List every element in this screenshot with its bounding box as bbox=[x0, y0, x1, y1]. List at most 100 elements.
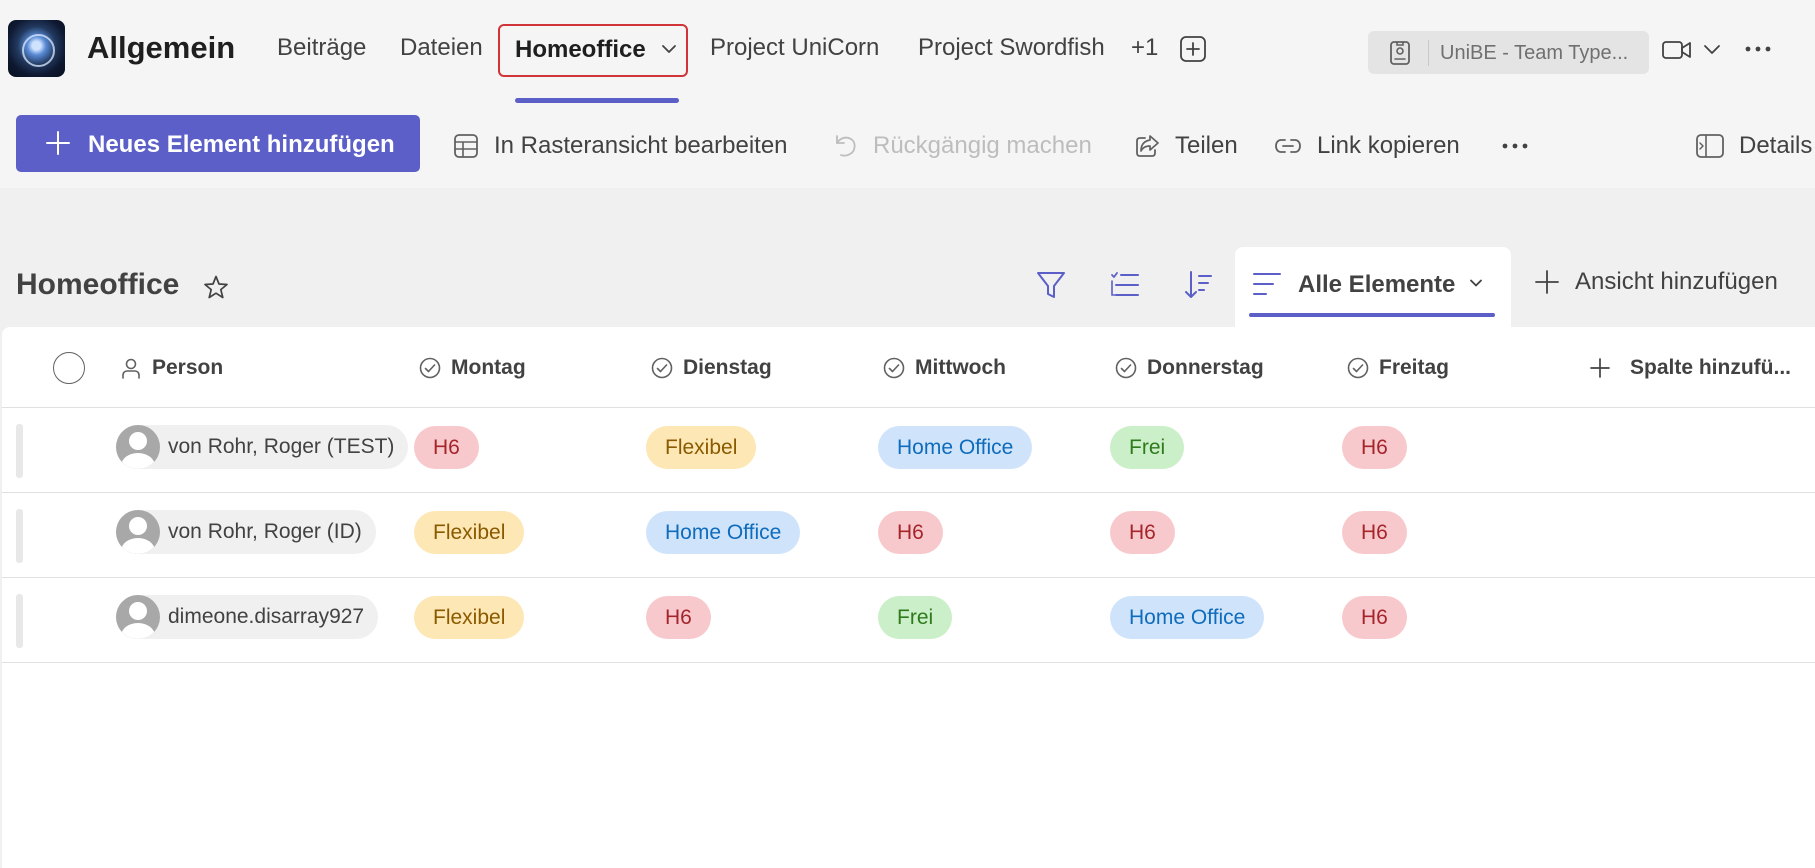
share-button[interactable]: Teilen bbox=[1133, 130, 1238, 162]
share-icon bbox=[1136, 135, 1159, 157]
active-view-indicator bbox=[1249, 313, 1495, 317]
channel-title: Allgemein bbox=[87, 30, 236, 65]
tab-project-swordfish[interactable]: Project Swordfish bbox=[918, 34, 1105, 62]
undo-button[interactable]: Rückgängig machen bbox=[831, 130, 1092, 162]
column-header-mittwoch[interactable]: Mittwoch bbox=[882, 356, 1006, 380]
choice-tag[interactable]: H6 bbox=[1342, 596, 1407, 639]
add-column-label: Spalte hinzufü... bbox=[1630, 356, 1791, 379]
table-row[interactable]: von Rohr, Roger (ID) Flexibel Home Offic… bbox=[2, 493, 1815, 578]
tab-homeoffice[interactable]: Homeoffice bbox=[498, 24, 688, 77]
new-item-label: Neues Element hinzufügen bbox=[88, 131, 395, 158]
choice-tag[interactable]: H6 bbox=[1342, 426, 1407, 469]
person-name: dimeone.disarray927 bbox=[168, 605, 365, 628]
plus-icon bbox=[1535, 270, 1559, 294]
id-badge-icon bbox=[1390, 41, 1410, 65]
channel-header: Allgemein Beiträge Dateien Homeoffice Pr… bbox=[0, 0, 1815, 103]
list-view-icon bbox=[1253, 273, 1281, 295]
column-header-dienstag[interactable]: Dienstag bbox=[650, 356, 772, 380]
choice-tag[interactable]: Frei bbox=[878, 596, 953, 639]
link-icon bbox=[1275, 139, 1301, 153]
call-options-chevron-icon[interactable] bbox=[1701, 38, 1723, 60]
row-handle[interactable] bbox=[16, 594, 23, 648]
grid-icon bbox=[454, 134, 478, 158]
channel-avatar[interactable] bbox=[8, 20, 65, 77]
check-circle-icon bbox=[883, 357, 905, 379]
table-row[interactable]: dimeone.disarray927 Flexibel H6 Frei Hom… bbox=[2, 578, 1815, 663]
tab-overflow-count[interactable]: +1 bbox=[1131, 34, 1158, 62]
choice-tag[interactable]: H6 bbox=[1342, 511, 1407, 554]
row-handle[interactable] bbox=[16, 509, 23, 563]
choice-tag[interactable]: Flexibel bbox=[646, 426, 757, 469]
star-icon[interactable] bbox=[203, 274, 229, 300]
more-commands-icon[interactable] bbox=[1500, 133, 1530, 159]
copy-link-label: Link kopieren bbox=[1317, 132, 1460, 159]
details-button[interactable]: Details bbox=[1695, 130, 1812, 162]
details-label: Details bbox=[1739, 132, 1813, 159]
column-header-freitag[interactable]: Freitag bbox=[1346, 356, 1449, 380]
undo-icon bbox=[836, 135, 856, 157]
choice-tag[interactable]: Flexibel bbox=[414, 511, 525, 554]
column-header-label: Freitag bbox=[1379, 356, 1450, 379]
column-header-label: Mittwoch bbox=[915, 356, 1006, 379]
add-column-button[interactable]: Spalte hinzufü... bbox=[1588, 356, 1791, 380]
table-row[interactable]: von Rohr, Roger (TEST) H6 Flexibel Home … bbox=[2, 408, 1815, 493]
share-label: Teilen bbox=[1175, 132, 1238, 159]
choice-tag[interactable]: Home Office bbox=[1110, 596, 1265, 639]
details-pane-icon bbox=[1696, 134, 1724, 158]
choice-tag[interactable]: H6 bbox=[878, 511, 943, 554]
check-circle-icon bbox=[651, 357, 673, 379]
person-name: von Rohr, Roger (ID) bbox=[168, 520, 362, 543]
add-tab-icon[interactable] bbox=[1178, 34, 1208, 64]
current-view-label: Alle Elemente bbox=[1298, 271, 1456, 298]
select-all-checkbox[interactable] bbox=[53, 352, 85, 384]
person-name: von Rohr, Roger (TEST) bbox=[168, 435, 395, 458]
video-camera-icon[interactable] bbox=[1660, 36, 1694, 64]
avatar bbox=[116, 510, 160, 554]
view-selector[interactable]: Alle Elemente bbox=[1235, 247, 1511, 327]
column-header-label: Dienstag bbox=[683, 356, 772, 379]
copy-link-button[interactable]: Link kopieren bbox=[1273, 130, 1460, 162]
grid-edit-button[interactable]: In Rasteransicht bearbeiten bbox=[452, 130, 788, 162]
more-horizontal-icon[interactable] bbox=[1743, 36, 1773, 62]
person-chip[interactable]: von Rohr, Roger (TEST) bbox=[116, 425, 409, 469]
add-view-button[interactable]: Ansicht hinzufügen bbox=[1533, 268, 1778, 296]
column-header-person[interactable]: Person bbox=[119, 356, 223, 380]
tab-beitraege[interactable]: Beiträge bbox=[277, 34, 366, 62]
new-item-button[interactable]: Neues Element hinzufügen bbox=[16, 115, 420, 172]
choice-tag[interactable]: Home Office bbox=[646, 511, 801, 554]
choice-tag[interactable]: Home Office bbox=[878, 426, 1033, 469]
column-header-label: Donnerstag bbox=[1147, 356, 1264, 379]
column-header-row: Person Montag Dienstag Mittwoch Donnerst… bbox=[2, 327, 1815, 408]
person-chip[interactable]: von Rohr, Roger (ID) bbox=[116, 510, 376, 554]
sort-icon[interactable] bbox=[1181, 268, 1215, 302]
avatar bbox=[116, 595, 160, 639]
chevron-down-icon[interactable] bbox=[660, 40, 678, 58]
plus-icon bbox=[46, 131, 70, 155]
person-icon bbox=[122, 358, 140, 379]
team-pill[interactable]: UniBE - Team Type... bbox=[1368, 31, 1649, 74]
list-title: Homeoffice bbox=[16, 268, 180, 301]
check-circle-icon bbox=[419, 357, 441, 379]
check-circle-icon bbox=[1347, 357, 1369, 379]
tab-homeoffice-label: Homeoffice bbox=[515, 36, 646, 63]
group-list-icon[interactable] bbox=[1108, 268, 1142, 302]
column-header-label: Montag bbox=[451, 356, 526, 379]
choice-tag[interactable]: H6 bbox=[646, 596, 711, 639]
row-handle[interactable] bbox=[16, 424, 23, 478]
person-chip[interactable]: dimeone.disarray927 bbox=[116, 595, 379, 639]
tab-dateien[interactable]: Dateien bbox=[400, 34, 483, 62]
choice-tag[interactable]: H6 bbox=[1110, 511, 1175, 554]
list-grid: Person Montag Dienstag Mittwoch Donnerst… bbox=[2, 327, 1815, 868]
tab-project-unicorn[interactable]: Project UniCorn bbox=[710, 34, 879, 62]
filter-icon[interactable] bbox=[1034, 268, 1068, 302]
command-bar: Neues Element hinzufügen In Rasteransich… bbox=[0, 103, 1815, 188]
choice-tag[interactable]: H6 bbox=[414, 426, 479, 469]
column-header-label: Person bbox=[152, 356, 224, 379]
column-header-donnerstag[interactable]: Donnerstag bbox=[1114, 356, 1264, 380]
undo-label: Rückgängig machen bbox=[873, 132, 1092, 159]
choice-tag[interactable]: Frei bbox=[1110, 426, 1185, 469]
choice-tag[interactable]: Flexibel bbox=[414, 596, 525, 639]
column-header-montag[interactable]: Montag bbox=[418, 356, 526, 380]
plus-icon bbox=[1590, 358, 1610, 378]
avatar bbox=[116, 425, 160, 469]
